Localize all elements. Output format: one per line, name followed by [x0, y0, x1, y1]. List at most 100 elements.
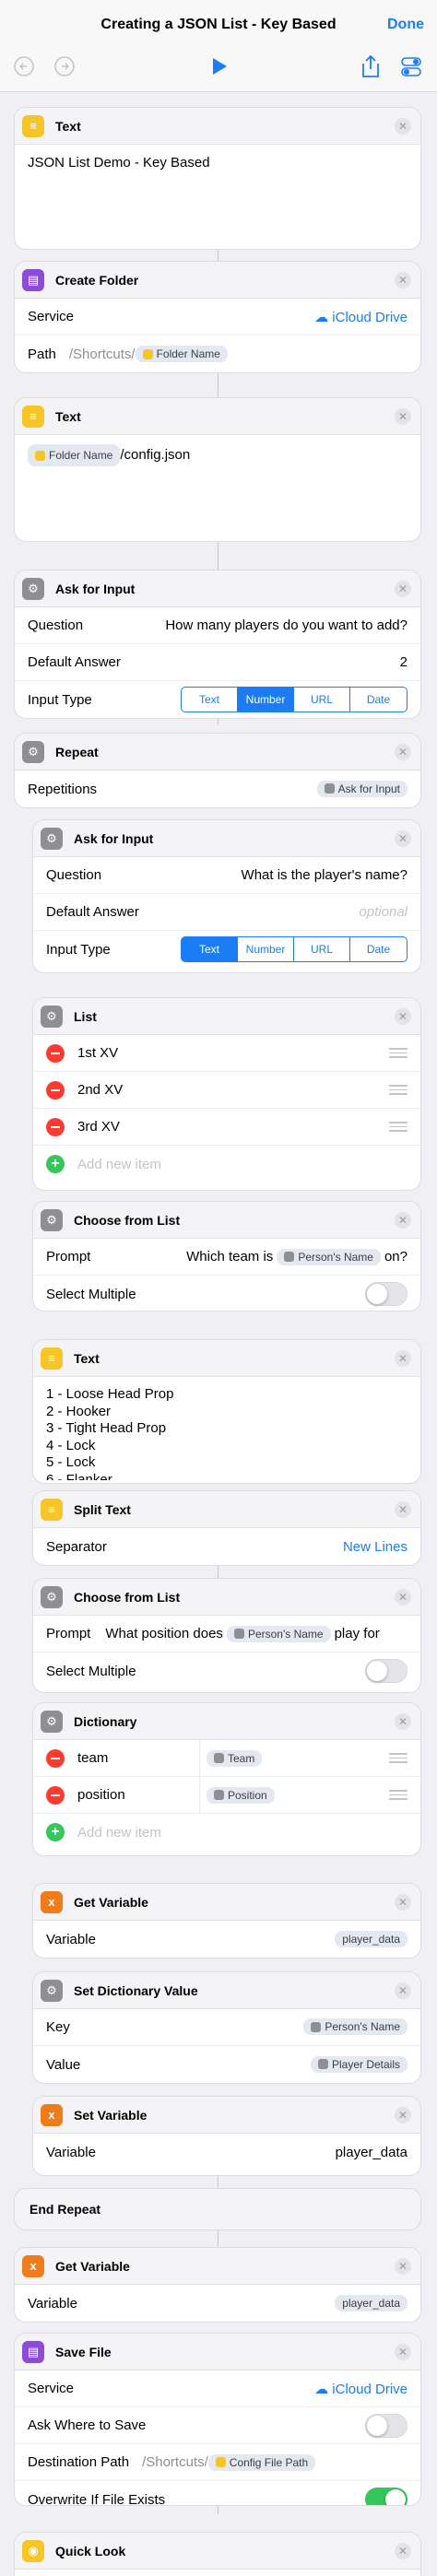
service-value[interactable]: ☁ iCloud Drive — [314, 2381, 407, 2397]
cloud-icon: ☁ — [314, 2381, 329, 2397]
text-action[interactable]: ≡ Text ✕ Folder Name/config.json — [15, 398, 420, 541]
variable-pill[interactable]: Person's Name — [226, 1625, 331, 1642]
quick-look-action[interactable]: ◉ Quick Look ✕ — [15, 2533, 420, 2576]
delete-icon[interactable] — [46, 1785, 65, 1805]
variable-pill[interactable]: Folder Name — [135, 346, 228, 362]
get-variable-action[interactable]: x Get Variable ✕ Variable player_data — [33, 1884, 420, 1958]
close-icon[interactable]: ✕ — [395, 2107, 411, 2123]
seg-url[interactable]: URL — [294, 937, 350, 961]
close-icon[interactable]: ✕ — [395, 1008, 411, 1025]
done-button[interactable]: Done — [387, 17, 424, 33]
list-item[interactable]: 1st XV — [33, 1035, 420, 1072]
get-variable-action[interactable]: x Get Variable ✕ Variable player_data — [15, 2248, 420, 2322]
close-icon[interactable]: ✕ — [395, 272, 411, 288]
close-icon[interactable]: ✕ — [395, 1589, 411, 1606]
close-icon[interactable]: ✕ — [395, 1982, 411, 1999]
close-icon[interactable]: ✕ — [395, 830, 411, 847]
reorder-handle-icon[interactable] — [389, 1119, 407, 1135]
list-item[interactable]: 3rd XV — [33, 1109, 420, 1146]
text-icon: ≡ — [41, 1347, 63, 1370]
list-item[interactable]: 2nd XV — [33, 1072, 420, 1109]
set-variable-action[interactable]: x Set Variable ✕ Variable player_data — [33, 2097, 420, 2175]
undo-icon[interactable] — [13, 55, 35, 77]
text-icon: ≡ — [41, 1498, 63, 1521]
variable-pill[interactable]: Player Details — [310, 2055, 407, 2073]
redo-icon[interactable] — [53, 55, 76, 77]
close-icon[interactable]: ✕ — [395, 1713, 411, 1730]
variable-pill[interactable]: Config File Path — [207, 2453, 316, 2471]
variable-pill[interactable]: player_data — [335, 2295, 407, 2311]
seg-date[interactable]: Date — [350, 688, 407, 712]
select-multiple-toggle[interactable] — [365, 1282, 407, 1306]
ask-where-toggle[interactable] — [365, 2413, 407, 2438]
variable-pill[interactable]: Team — [207, 1749, 263, 1767]
overwrite-toggle[interactable] — [365, 2488, 407, 2505]
add-item-row[interactable]: + Add new item — [33, 1146, 420, 1182]
add-item-row[interactable]: + Add new item — [33, 1814, 420, 1851]
close-icon[interactable]: ✕ — [395, 1894, 411, 1911]
variable-pill[interactable]: Person's Name — [303, 2018, 407, 2036]
cloud-icon: ☁ — [314, 309, 329, 325]
close-icon[interactable]: ✕ — [395, 2543, 411, 2559]
text-content[interactable]: JSON List Demo - Key Based — [15, 145, 420, 182]
dictionary-action[interactable]: ⚙ Dictionary ✕ team Team position Position +… — [33, 1703, 420, 1855]
end-repeat-action[interactable]: End Repeat — [15, 2189, 420, 2229]
delete-icon[interactable] — [46, 1080, 65, 1100]
seg-url[interactable]: URL — [294, 688, 350, 712]
repeat-action[interactable]: ⚙ Repeat ✕ Repetitions Ask for Input — [15, 734, 420, 807]
save-file-action[interactable]: ▤ Save File ✕ Service ☁ iCloud Drive Ask Wh… — [15, 2334, 420, 2505]
choose-from-list-action[interactable]: ⚙ Choose from List ✕ Prompt What position … — [33, 1579, 420, 1692]
text-content[interactable]: 1 - Loose Head Prop 2 - Hooker 3 - Tight… — [33, 1377, 420, 1480]
seg-text[interactable]: Text — [182, 688, 238, 712]
reorder-handle-icon[interactable] — [389, 1750, 407, 1766]
navigation-bar: Creating a JSON List - Key Based Done — [0, 0, 437, 92]
add-icon[interactable]: + — [46, 1155, 65, 1173]
dictionary-row[interactable]: team Team — [33, 1740, 420, 1777]
gear-icon: ⚙ — [41, 1208, 63, 1231]
delete-icon[interactable] — [46, 1748, 65, 1768]
text-icon: ≡ — [22, 405, 44, 428]
service-value[interactable]: ☁ iCloud Drive — [314, 309, 407, 325]
play-icon[interactable] — [207, 55, 230, 77]
close-icon[interactable]: ✕ — [395, 581, 411, 597]
seg-number[interactable]: Number — [238, 688, 294, 712]
set-dictionary-value-action[interactable]: ⚙ Set Dictionary Value ✕ Key Person's Name … — [33, 1972, 420, 2083]
ask-for-input-action[interactable]: ⚙ Ask for Input ✕ Question How many players… — [15, 570, 420, 718]
list-action[interactable]: ⚙ List ✕ 1st XV 2nd XV 3rd XV + Add new ite… — [33, 998, 420, 1190]
share-icon[interactable] — [360, 53, 382, 79]
close-icon[interactable]: ✕ — [395, 408, 411, 425]
reorder-handle-icon[interactable] — [389, 1045, 407, 1061]
gear-icon: ⚙ — [41, 1005, 63, 1028]
input-type-segmented[interactable]: Text Number URL Date — [181, 936, 407, 962]
reorder-handle-icon[interactable] — [389, 1082, 407, 1098]
choose-from-list-action[interactable]: ⚙ Choose from List ✕ Prompt Which team is P… — [33, 1202, 420, 1311]
variable-pill[interactable]: Person's Name — [277, 1248, 381, 1265]
close-icon[interactable]: ✕ — [395, 1212, 411, 1229]
close-icon[interactable]: ✕ — [395, 1350, 411, 1367]
reorder-handle-icon[interactable] — [389, 1787, 407, 1803]
close-icon[interactable]: ✕ — [395, 1501, 411, 1518]
variable-pill[interactable]: Ask for Input — [316, 780, 407, 797]
close-icon[interactable]: ✕ — [395, 2258, 411, 2275]
dictionary-row[interactable]: position Position — [33, 1777, 420, 1814]
close-icon[interactable]: ✕ — [395, 2344, 411, 2360]
settings-toggle-icon[interactable] — [400, 55, 424, 79]
ask-for-input-action[interactable]: ⚙ Ask for Input ✕ Question What is the play… — [33, 820, 420, 972]
input-type-segmented[interactable]: Text Number URL Date — [181, 687, 407, 712]
split-text-action[interactable]: ≡ Split Text ✕ Separator New Lines — [33, 1491, 420, 1565]
delete-icon[interactable] — [46, 1117, 65, 1136]
create-folder-action[interactable]: ▤ Create Folder ✕ Service ☁ iCloud Drive Pa… — [15, 262, 420, 372]
add-icon[interactable]: + — [46, 1823, 65, 1841]
close-icon[interactable]: ✕ — [395, 118, 411, 135]
variable-pill[interactable]: Folder Name — [28, 444, 121, 466]
seg-date[interactable]: Date — [350, 937, 407, 961]
close-icon[interactable]: ✕ — [395, 744, 411, 760]
text-action[interactable]: ≡ Text ✕ 1 - Loose Head Prop 2 - Hooker 3 … — [33, 1340, 420, 1483]
variable-pill[interactable]: player_data — [335, 1931, 407, 1947]
text-action[interactable]: ≡ Text ✕ JSON List Demo - Key Based — [15, 108, 420, 249]
seg-number[interactable]: Number — [238, 937, 294, 961]
select-multiple-toggle[interactable] — [365, 1659, 407, 1683]
seg-text[interactable]: Text — [182, 937, 238, 961]
delete-icon[interactable] — [46, 1043, 65, 1063]
variable-pill[interactable]: Position — [207, 1786, 275, 1804]
